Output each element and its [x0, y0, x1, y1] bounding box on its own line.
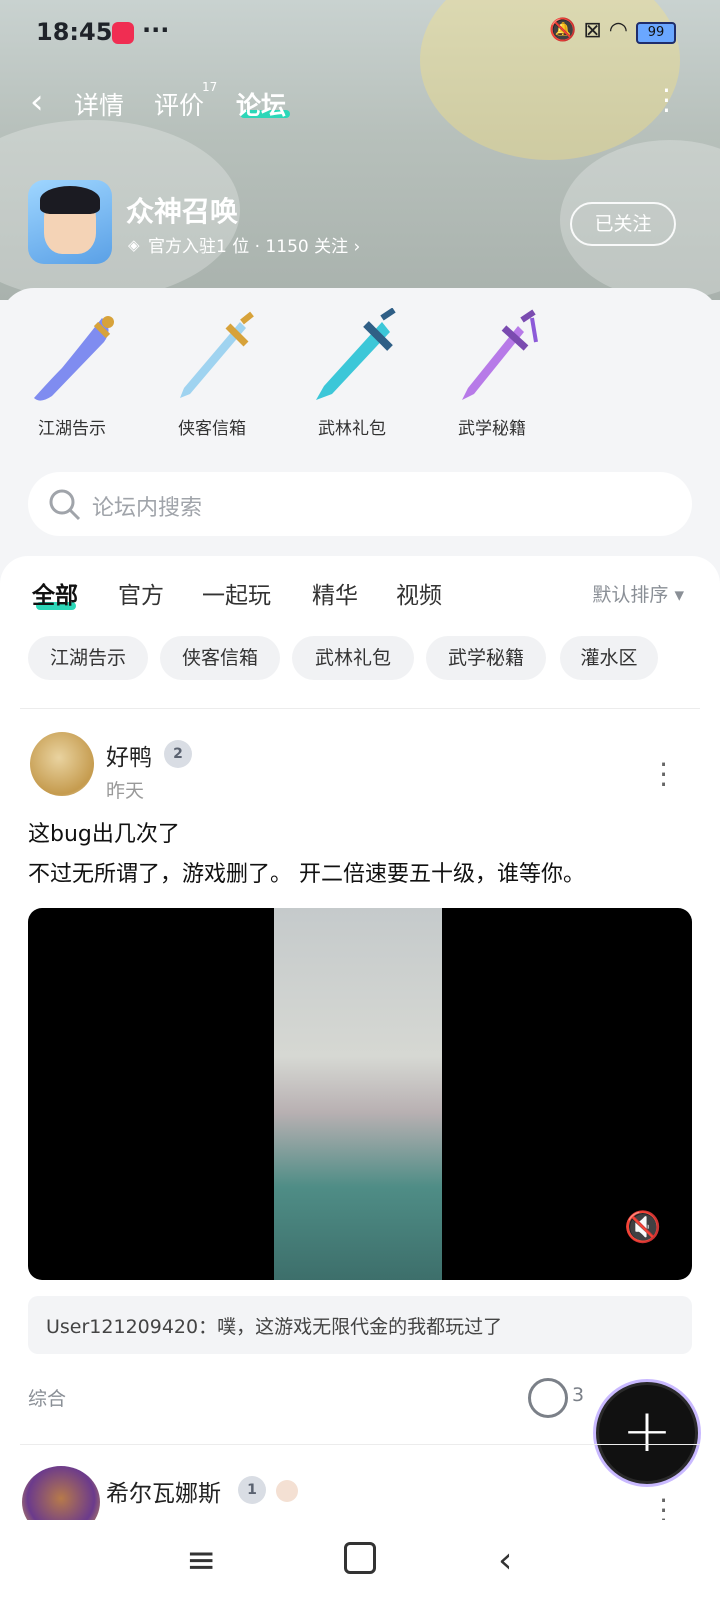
sword-icon: [180, 311, 254, 398]
post-tag[interactable]: 综合: [28, 1384, 66, 1411]
post-text-line1: 这bug出几次了: [28, 822, 180, 847]
purple-sword-icon: [462, 309, 538, 400]
broad-sword-icon: [316, 308, 396, 400]
feed-tab-video[interactable]: 视频: [396, 576, 442, 610]
scimitar-icon: [34, 316, 114, 401]
comment-icon[interactable]: [528, 1378, 568, 1418]
follow-button[interactable]: 已关注: [570, 202, 676, 246]
more-options-icon[interactable]: · · ·: [662, 77, 671, 125]
create-post-button[interactable]: +: [596, 1382, 698, 1484]
medal-icon: [276, 1480, 298, 1502]
category-mailbox[interactable]: 侠客信箱: [152, 308, 272, 439]
divider: [20, 708, 700, 709]
post-author[interactable]: 希尔瓦娜斯: [106, 1474, 221, 1508]
video-thumbnail: [274, 908, 442, 1280]
feed-tab-all[interactable]: 全部: [32, 576, 78, 610]
game-icon-hair: [40, 186, 100, 214]
chip-secrets[interactable]: 武学秘籍: [426, 636, 546, 680]
game-icon[interactable]: [28, 180, 112, 264]
forum-search-input[interactable]: 论坛内搜索: [28, 472, 692, 536]
notification-app-icon: [112, 22, 134, 44]
tab-forum[interactable]: 论坛: [236, 86, 286, 122]
back-nav-icon[interactable]: ‹: [498, 1540, 512, 1581]
feed-tab-official[interactable]: 官方: [118, 576, 164, 610]
sort-dropdown[interactable]: 默认排序 ▾: [592, 580, 684, 607]
avatar[interactable]: [30, 732, 94, 796]
reviews-count-badge: 17: [202, 80, 218, 94]
home-icon[interactable]: [344, 1542, 376, 1574]
chip-water[interactable]: 灌水区: [560, 636, 658, 680]
comment-count: 3: [572, 1384, 585, 1406]
category-label: 侠客信箱: [178, 419, 246, 439]
post-author[interactable]: 好鸭: [106, 738, 152, 772]
video-player[interactable]: 🔇: [28, 908, 692, 1280]
feed-tab-play-together[interactable]: 一起玩: [202, 576, 271, 610]
plus-icon: +: [621, 1396, 673, 1466]
chip-jianghu[interactable]: 江湖告示: [28, 636, 148, 680]
chip-mailbox[interactable]: 侠客信箱: [160, 636, 280, 680]
search-placeholder: 论坛内搜索: [92, 496, 203, 521]
category-giftpack[interactable]: 武林礼包: [292, 308, 412, 439]
category-label: 江湖告示: [38, 419, 106, 439]
level-badge: 2: [164, 740, 192, 768]
level-badge: 1: [238, 1476, 266, 1504]
top-comment[interactable]: User121209420：噗，这游戏无限代金的我都玩过了: [28, 1296, 692, 1354]
top-comment-text: User121209420：噗，这游戏无限代金的我都玩过了: [46, 1316, 503, 1338]
chip-giftpack[interactable]: 武林礼包: [292, 636, 414, 680]
category-label: 武林礼包: [318, 419, 386, 439]
search-icon: [49, 489, 81, 521]
battery-icon: 99: [636, 22, 676, 44]
status-time: 18:45: [36, 18, 113, 46]
category-jianghu[interactable]: 江湖告示: [12, 308, 132, 439]
tab-details[interactable]: 详情: [74, 86, 124, 122]
wifi-mute-icons: 🔕 ⊠ ◠: [548, 18, 628, 43]
post-more-icon[interactable]: ···: [659, 751, 668, 799]
feed-tab-featured[interactable]: 精华: [312, 576, 358, 610]
mute-icon[interactable]: 🔇: [624, 1210, 664, 1250]
post-text-line2: 不过无所谓了，游戏删了。 开二倍速要五十级，谁等你。: [28, 862, 585, 887]
tab-reviews[interactable]: 评价: [154, 86, 204, 122]
official-diamond-icon: ◈: [128, 236, 140, 254]
menu-icon[interactable]: ≡: [186, 1540, 216, 1581]
category-label: 武学秘籍: [458, 419, 526, 439]
divider: [20, 1444, 700, 1445]
status-more-icon: ···: [142, 16, 170, 44]
back-icon[interactable]: ‹: [30, 82, 44, 122]
game-subtitle[interactable]: 官方入驻1 位 · 1150 关注 ›: [148, 232, 360, 257]
game-title: 众神召唤: [126, 195, 239, 228]
category-secrets[interactable]: 武学秘籍: [432, 308, 552, 439]
post-time: 昨天: [106, 780, 145, 802]
